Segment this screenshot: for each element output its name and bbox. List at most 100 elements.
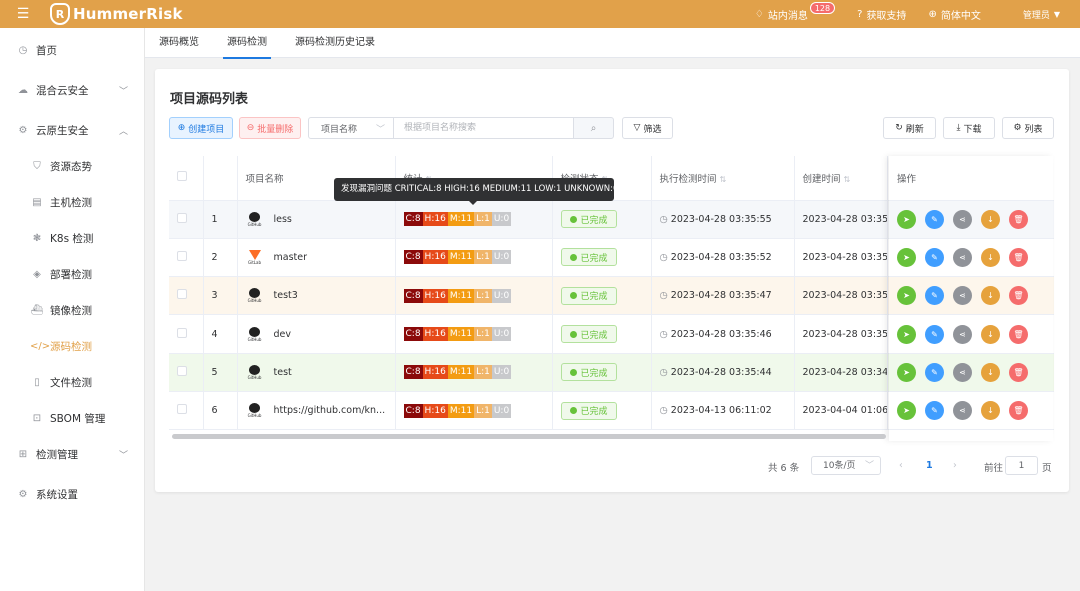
sidebar-item-host[interactable]: ▤ 主机检测 <box>0 184 144 220</box>
tab-history[interactable]: 源码检测历史记录 <box>281 28 389 58</box>
vuln-stats-bar[interactable]: C:8 H:16 M:11 L:1 U:0 <box>403 212 544 227</box>
download-report-button[interactable]: ↓ <box>981 362 1000 382</box>
vuln-stats-bar[interactable]: C:8 H:16 M:11 L:1 U:0 <box>403 250 544 265</box>
project-name-cell[interactable]: GitHub dev <box>237 314 396 354</box>
share-button[interactable]: ⋖ <box>953 209 972 229</box>
menu-toggle-icon[interactable]: ☰ <box>12 6 34 22</box>
project-name-cell[interactable]: GitHub https://github.com/kn... <box>237 391 396 431</box>
project-name-cell[interactable]: GitHub test3 <box>237 276 396 316</box>
share-button[interactable]: ⋖ <box>953 286 972 306</box>
sidebar-item-cloud-native[interactable]: ⚙ 云原生安全 ︿ <box>0 112 144 148</box>
horizontal-scrollbar[interactable] <box>172 434 886 439</box>
scan-button[interactable]: ➤ <box>897 324 916 344</box>
vuln-stats-cell[interactable]: C:8 H:16 M:11 L:1 U:0 <box>395 314 553 354</box>
batch-delete-button[interactable]: ⊖ 批量删除 <box>239 117 301 139</box>
row-checkbox[interactable] <box>177 365 187 376</box>
sidebar-item-image[interactable]: ⛴ 镜像检测 <box>0 292 144 328</box>
select-all-checkbox[interactable] <box>177 171 187 182</box>
edit-button[interactable]: ✎ <box>925 362 944 382</box>
download-report-button[interactable]: ↓ <box>981 324 1000 344</box>
messages-link[interactable]: ♢ 站内消息 128 <box>755 2 836 22</box>
page-size-select[interactable]: 10条/页 ﹀ <box>811 456 881 475</box>
vuln-stats-cell[interactable]: C:8 H:16 M:11 L:1 U:0 <box>395 353 553 392</box>
vuln-stats-bar[interactable]: C:8 H:16 M:11 L:1 U:0 <box>403 327 544 342</box>
scan-button[interactable]: ➤ <box>897 286 916 306</box>
share-button[interactable]: ⋖ <box>953 324 972 344</box>
vuln-stats-bar[interactable]: C:8 H:16 M:11 L:1 U:0 <box>403 365 544 380</box>
scan-button[interactable]: ➤ <box>897 247 916 267</box>
created-header[interactable]: 创建时间 ⇅ <box>794 156 888 201</box>
user-menu[interactable]: 管理员 ▼ <box>1023 8 1060 21</box>
delete-button[interactable]: 🗑 <box>1009 362 1028 382</box>
download-report-button[interactable]: ↓ <box>981 401 1000 421</box>
share-button[interactable]: ⋖ <box>953 362 972 382</box>
select-all-cell[interactable] <box>169 156 204 201</box>
sidebar-item-deploy[interactable]: ◈ 部署检测 <box>0 256 144 292</box>
refresh-button[interactable]: ↻ 刷新 <box>883 117 936 139</box>
sidebar-item-settings[interactable]: ⚙ 系统设置 <box>0 476 144 512</box>
download-report-button[interactable]: ↓ <box>981 209 1000 229</box>
edit-button[interactable]: ✎ <box>925 247 944 267</box>
sidebar-item-sbom[interactable]: ⊡ SBOM 管理 <box>0 400 144 436</box>
tab-overview[interactable]: 源码概览 <box>145 28 213 58</box>
search-input[interactable] <box>393 117 574 139</box>
row-checkbox[interactable] <box>177 250 187 261</box>
sort-icon[interactable]: ⇅ <box>844 175 851 184</box>
project-name-cell[interactable]: GitLab master <box>237 238 396 278</box>
row-checkbox[interactable] <box>177 289 187 300</box>
vuln-stats-cell[interactable]: C:8 H:16 M:11 L:1 U:0 <box>395 238 553 278</box>
share-button[interactable]: ⋖ <box>953 401 972 421</box>
vuln-stats-bar[interactable]: C:8 H:16 M:11 L:1 U:0 <box>403 403 544 418</box>
next-page-button[interactable]: › <box>953 460 957 471</box>
language-switch[interactable]: ⊕ 简体中文 <box>928 7 980 22</box>
download-report-button[interactable]: ↓ <box>981 286 1000 306</box>
sidebar-item-hybrid-cloud[interactable]: ☁ 混合云安全 ﹀ <box>0 72 144 108</box>
create-project-button[interactable]: ⊕ 创建项目 <box>169 117 233 139</box>
page-number-current[interactable]: 1 <box>926 460 933 471</box>
sidebar-item-home[interactable]: ◷ 首页 <box>0 32 144 68</box>
delete-button[interactable]: 🗑 <box>1009 247 1028 267</box>
goto-page-input[interactable]: 1 <box>1005 456 1038 475</box>
project-name-cell[interactable]: GitHub less <box>237 200 396 239</box>
project-name-cell[interactable]: GitHub test <box>237 353 396 392</box>
vuln-stats-cell[interactable]: C:8 H:16 M:11 L:1 U:0 <box>395 276 553 316</box>
row-checkbox[interactable] <box>177 327 187 338</box>
edit-button[interactable]: ✎ <box>925 324 944 344</box>
delete-button[interactable]: 🗑 <box>1009 286 1028 306</box>
row-checkbox-cell[interactable] <box>169 238 204 278</box>
row-checkbox-cell[interactable] <box>169 314 204 354</box>
row-checkbox-cell[interactable] <box>169 391 204 431</box>
download-button[interactable]: ⤓ 下载 <box>943 117 995 139</box>
filter-button[interactable]: ▽ 筛选 <box>622 117 673 139</box>
search-button[interactable]: ⌕ <box>573 117 614 139</box>
sidebar-item-k8s[interactable]: ❃ K8s 检测 <box>0 220 144 256</box>
row-checkbox-cell[interactable] <box>169 200 204 239</box>
vuln-stats-cell[interactable]: C:8 H:16 M:11 L:1 U:0 <box>395 200 553 239</box>
delete-button[interactable]: 🗑 <box>1009 324 1028 344</box>
edit-button[interactable]: ✎ <box>925 209 944 229</box>
scan-button[interactable]: ➤ <box>897 362 916 382</box>
search-field-select[interactable]: 项目名称 ﹀ <box>308 117 394 139</box>
app-logo[interactable]: R HummerRisk <box>50 3 183 25</box>
scan-button[interactable]: ➤ <box>897 401 916 421</box>
sort-icon[interactable]: ⇅ <box>720 175 727 184</box>
sidebar-item-resource[interactable]: ⛉ 资源态势 <box>0 148 144 184</box>
delete-button[interactable]: 🗑 <box>1009 209 1028 229</box>
tab-source-detection[interactable]: 源码检测 <box>213 28 281 59</box>
vuln-stats-cell[interactable]: C:8 H:16 M:11 L:1 U:0 <box>395 391 553 431</box>
edit-button[interactable]: ✎ <box>925 286 944 306</box>
delete-button[interactable]: 🗑 <box>1009 401 1028 421</box>
row-checkbox-cell[interactable] <box>169 276 204 316</box>
prev-page-button[interactable]: ‹ <box>899 460 903 471</box>
row-checkbox[interactable] <box>177 212 187 223</box>
download-report-button[interactable]: ↓ <box>981 247 1000 267</box>
columns-button[interactable]: ⚙ 列表 <box>1002 117 1054 139</box>
scan-button[interactable]: ➤ <box>897 209 916 229</box>
edit-button[interactable]: ✎ <box>925 401 944 421</box>
sidebar-item-source-code[interactable]: </> 源码检测 <box>0 328 144 364</box>
share-button[interactable]: ⋖ <box>953 247 972 267</box>
sidebar-item-detection-mgmt[interactable]: ⊞ 检测管理 ﹀ <box>0 436 144 472</box>
support-link[interactable]: ? 获取支持 <box>857 7 906 22</box>
row-checkbox[interactable] <box>177 404 187 415</box>
vuln-stats-bar[interactable]: C:8 H:16 M:11 L:1 U:0 <box>403 288 544 303</box>
